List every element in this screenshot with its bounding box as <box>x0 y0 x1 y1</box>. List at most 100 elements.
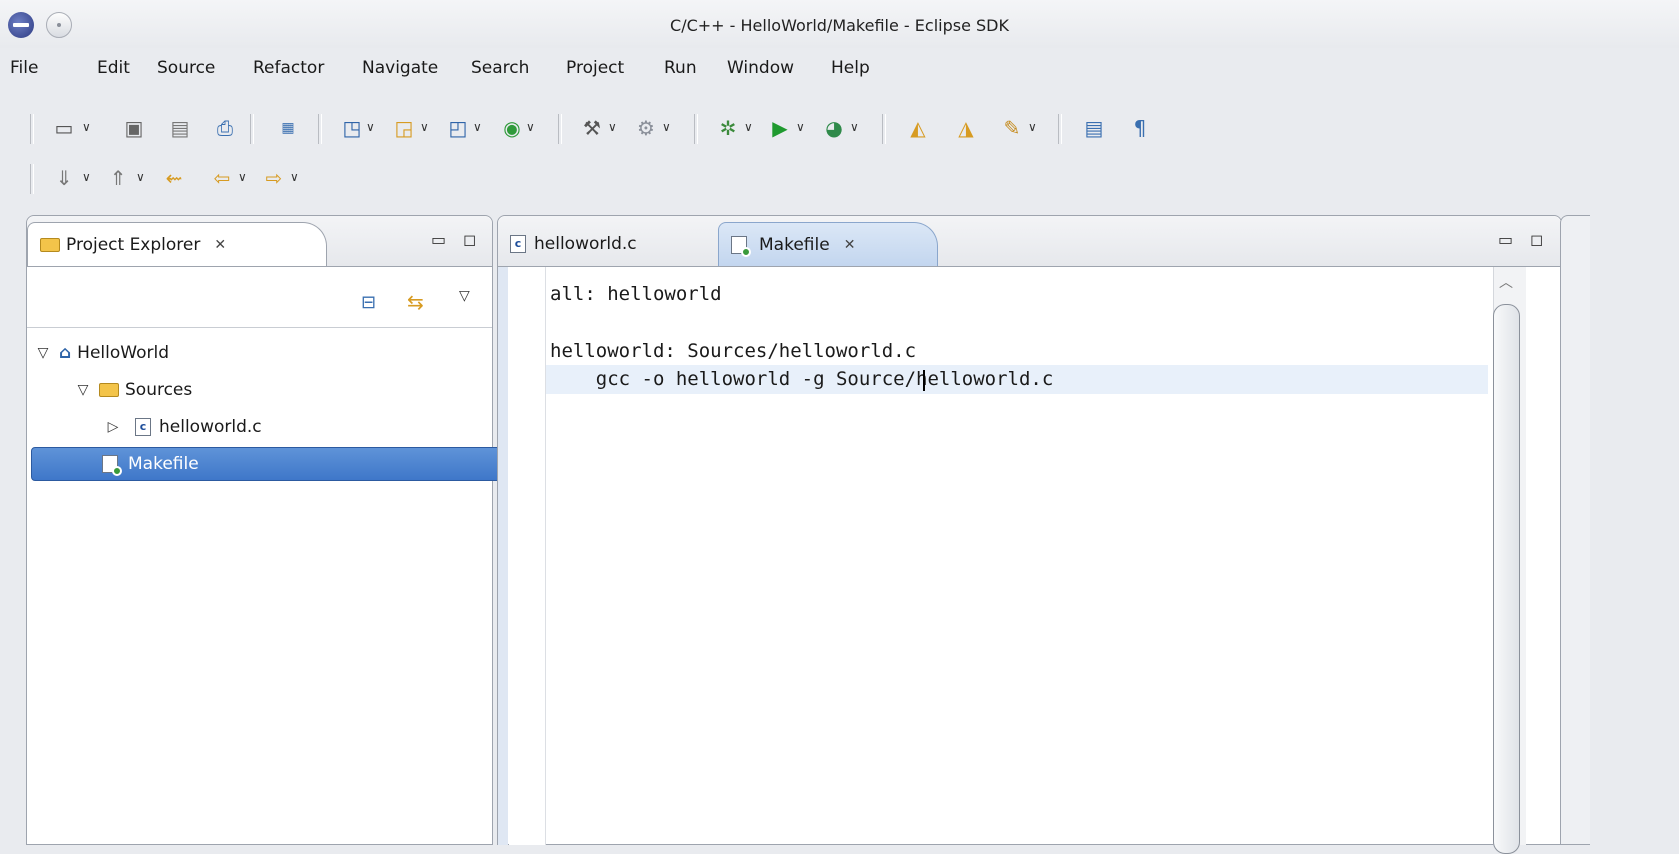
chevron-down-icon[interactable]: ∨ <box>850 120 859 134</box>
tree-item-sources[interactable]: ▽ Sources <box>73 373 193 407</box>
tab-project-explorer[interactable]: Project Explorer ✕ <box>27 222 327 266</box>
chevron-down-icon[interactable]: ∨ <box>796 120 805 134</box>
chevron-down-icon[interactable]: ∨ <box>744 120 753 134</box>
editor-left-border <box>498 267 508 845</box>
toolbar-separator <box>558 114 562 144</box>
makefile-icon <box>731 235 751 257</box>
chevron-down-icon[interactable]: ∨ <box>662 120 671 134</box>
chevron-down-icon[interactable]: ∨ <box>136 170 145 184</box>
code-line[interactable]: gcc -o helloworld -g Source/helloworld.c <box>550 365 1054 394</box>
menu-search[interactable]: Search <box>471 58 529 78</box>
tree-label: Sources <box>125 380 193 400</box>
tree-item-makefile[interactable]: Makefile <box>31 447 517 481</box>
collapse-all-icon[interactable]: ⊟ <box>361 292 376 313</box>
binary-icon[interactable]: ▦ <box>276 116 300 140</box>
c-file-icon: c <box>510 235 526 253</box>
tab-helloworld-c[interactable]: c helloworld.c <box>498 222 698 266</box>
chevron-down-icon[interactable]: ∨ <box>290 170 299 184</box>
chevron-down-icon[interactable]: ∨ <box>1028 120 1037 134</box>
makefile-icon <box>102 455 122 476</box>
close-icon[interactable]: ✕ <box>844 237 856 253</box>
menu-edit[interactable]: Edit <box>97 58 130 78</box>
tree-item-helloworld-c[interactable]: ▷ c helloworld.c <box>103 410 262 444</box>
forward-icon[interactable]: ⇨ <box>262 166 286 190</box>
toolbar-separator <box>30 114 34 144</box>
close-icon[interactable]: ✕ <box>214 237 226 253</box>
editor-ruler[interactable] <box>509 267 546 845</box>
toolbar-separator <box>30 164 34 194</box>
tree-label: helloworld.c <box>159 417 262 437</box>
collapsed-twisty-icon[interactable]: ▷ <box>103 419 123 435</box>
folder-icon <box>99 383 119 397</box>
open-element-icon[interactable]: ◮ <box>954 116 978 140</box>
project-icon: ⌂ <box>59 343 72 363</box>
text-caret <box>923 370 925 391</box>
tab-label: Makefile <box>759 234 830 255</box>
print-icon[interactable]: ⎙ <box>213 116 237 140</box>
tree-item-helloworld[interactable]: ▽ ⌂ HelloWorld <box>33 336 169 370</box>
debug-icon[interactable]: ✲ <box>716 116 740 140</box>
outline-panel-edge <box>1560 215 1590 845</box>
new-class-icon[interactable]: ◰ <box>446 116 470 140</box>
tab-makefile[interactable]: Makefile ✕ <box>718 222 938 266</box>
menu-file[interactable]: File <box>10 58 38 78</box>
external-tools-icon[interactable]: ◕ <box>822 116 846 140</box>
expand-twisty-icon[interactable]: ▽ <box>33 345 53 361</box>
toolbar-separator <box>1058 114 1062 144</box>
editor-tabstrip: c helloworld.c Makefile ✕ ▭ ◻ <box>498 216 1561 267</box>
link-with-editor-icon[interactable]: ⇆ <box>407 290 424 314</box>
minimize-view-icon[interactable]: ▭ <box>431 230 446 249</box>
chevron-down-icon[interactable]: ∨ <box>473 120 482 134</box>
tree-label: Makefile <box>128 454 199 474</box>
pilcrow-icon[interactable]: ¶ <box>1128 116 1152 140</box>
build-icon[interactable]: ⚒ <box>580 116 604 140</box>
code-line[interactable]: all: helloworld <box>550 280 722 309</box>
new-type-icon[interactable]: ◉ <box>500 116 524 140</box>
project-explorer-tabstrip: Project Explorer ✕ ▭ ◻ <box>27 216 492 267</box>
divider <box>27 327 492 328</box>
chevron-down-icon[interactable]: ∨ <box>526 120 535 134</box>
menu-navigate[interactable]: Navigate <box>362 58 438 78</box>
scrollbar-thumb[interactable] <box>1493 304 1520 854</box>
menu-run[interactable]: Run <box>664 58 697 78</box>
back-icon[interactable]: ⇦ <box>210 166 234 190</box>
chevron-down-icon[interactable]: ∨ <box>608 120 617 134</box>
last-edit-icon[interactable]: ⇜ <box>162 166 186 190</box>
next-annotation-icon[interactable]: ⇓ <box>52 166 76 190</box>
navigation-toolbar: ⇓ ∨ ⇑ ∨ ⇜ ⇦ ∨ ⇨ ∨ <box>10 158 510 200</box>
scroll-up-icon[interactable]: ︿ <box>1499 272 1513 292</box>
window-title: C/C++ - HelloWorld/Makefile - Eclipse SD… <box>670 16 1009 35</box>
project-explorer-panel: Project Explorer ✕ ▭ ◻ ⊟ ⇆ ▽ ▽ ⌂ HelloWo… <box>26 215 517 845</box>
minimize-view-icon[interactable]: ▭ <box>1498 230 1513 249</box>
marker-icon[interactable]: ✎ <box>1000 116 1024 140</box>
menu-project[interactable]: Project <box>566 58 624 78</box>
open-type-icon[interactable]: ◭ <box>906 116 930 140</box>
maximize-view-icon[interactable]: ◻ <box>1530 230 1543 249</box>
new-folder-icon[interactable]: ◲ <box>392 116 416 140</box>
show-whitespace-icon[interactable]: ▤ <box>1082 116 1106 140</box>
maximize-view-icon[interactable]: ◻ <box>463 230 476 249</box>
run-icon[interactable]: ▶ <box>768 116 792 140</box>
prev-annotation-icon[interactable]: ⇑ <box>106 166 130 190</box>
chevron-down-icon[interactable]: ∨ <box>82 170 91 184</box>
save-icon[interactable]: ▣ <box>122 116 146 140</box>
menu-help[interactable]: Help <box>831 58 870 78</box>
toolbar-separator <box>882 114 886 144</box>
menu-refactor[interactable]: Refactor <box>253 58 324 78</box>
chevron-down-icon[interactable]: ∨ <box>238 170 247 184</box>
new-icon[interactable]: ▭ <box>52 116 76 140</box>
menu-source[interactable]: Source <box>157 58 215 78</box>
editor-panel: c helloworld.c Makefile ✕ ▭ ◻ all: hello… <box>497 215 1562 854</box>
chevron-down-icon[interactable]: ∨ <box>82 120 91 134</box>
expand-twisty-icon[interactable]: ▽ <box>73 382 93 398</box>
new-cpp-project-icon[interactable]: ◳ <box>340 116 364 140</box>
title-bar: C/C++ - HelloWorld/Makefile - Eclipse SD… <box>0 0 1679 48</box>
code-line[interactable]: helloworld: Sources/helloworld.c <box>550 337 916 366</box>
build-config-icon[interactable]: ⚙ <box>634 116 658 140</box>
save-all-icon[interactable]: ▤ <box>168 116 192 140</box>
menu-window[interactable]: Window <box>727 58 794 78</box>
view-menu-icon[interactable]: ▽ <box>459 288 470 304</box>
c-file-icon: c <box>135 418 151 436</box>
chevron-down-icon[interactable]: ∨ <box>420 120 429 134</box>
chevron-down-icon[interactable]: ∨ <box>366 120 375 134</box>
